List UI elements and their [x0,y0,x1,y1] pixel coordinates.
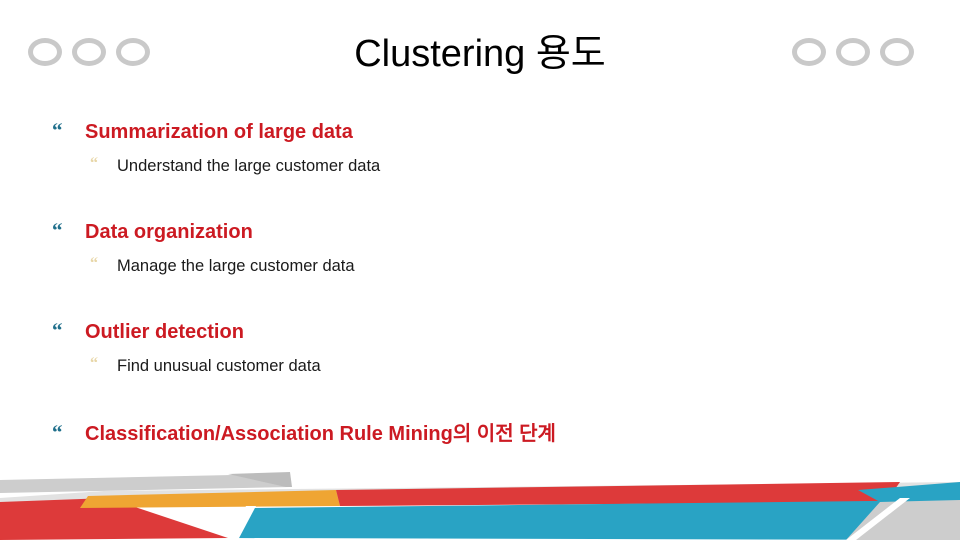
slide-title: Clustering 용도 [354,33,606,75]
slide: Clustering 용도 “ Summarization of large d… [0,0,960,540]
sub-bullet-marker-icon: “ [90,355,98,372]
sub-bullet-item: “ Find unusual customer data [0,355,960,381]
sub-bullet-text: Understand the large customer data [117,157,381,175]
bullet-text: Summarization of large data [85,121,353,143]
bullet-group: “ Outlier detection “ Find unusual custo… [0,318,960,381]
footer-decorative-band [0,460,960,540]
bullet-marker-icon: “ [52,118,63,142]
sub-bullet-marker-icon: “ [90,255,98,272]
bullet-text: Classification/Association Rule Mining의 … [85,423,556,445]
sub-bullet-text: Manage the large customer data [117,257,355,275]
sub-bullet-item: “ Understand the large customer data [0,155,960,181]
slide-body: “ Summarization of large data “ Understa… [0,118,960,452]
bullet-group: “ Summarization of large data “ Understa… [0,118,960,181]
bullet-group: “ Data organization “ Manage the large c… [0,218,960,281]
sub-bullet-marker-icon: “ [90,155,98,172]
bullet-group: “ Classification/Association Rule Mining… [0,420,960,452]
bullet-item: “ Data organization [0,218,960,250]
bullet-text: Outlier detection [85,321,244,343]
bullet-marker-icon: “ [52,218,63,242]
bullet-item: “ Outlier detection [0,318,960,350]
bullet-marker-icon: “ [52,318,63,342]
bullet-text: Data organization [85,221,253,243]
bullet-item: “ Classification/Association Rule Mining… [0,420,960,452]
sub-bullet-item: “ Manage the large customer data [0,255,960,281]
bullet-item: “ Summarization of large data [0,118,960,150]
sub-bullet-text: Find unusual customer data [117,357,321,375]
band-cyan-main [232,500,960,540]
bullet-marker-icon: “ [52,420,63,444]
